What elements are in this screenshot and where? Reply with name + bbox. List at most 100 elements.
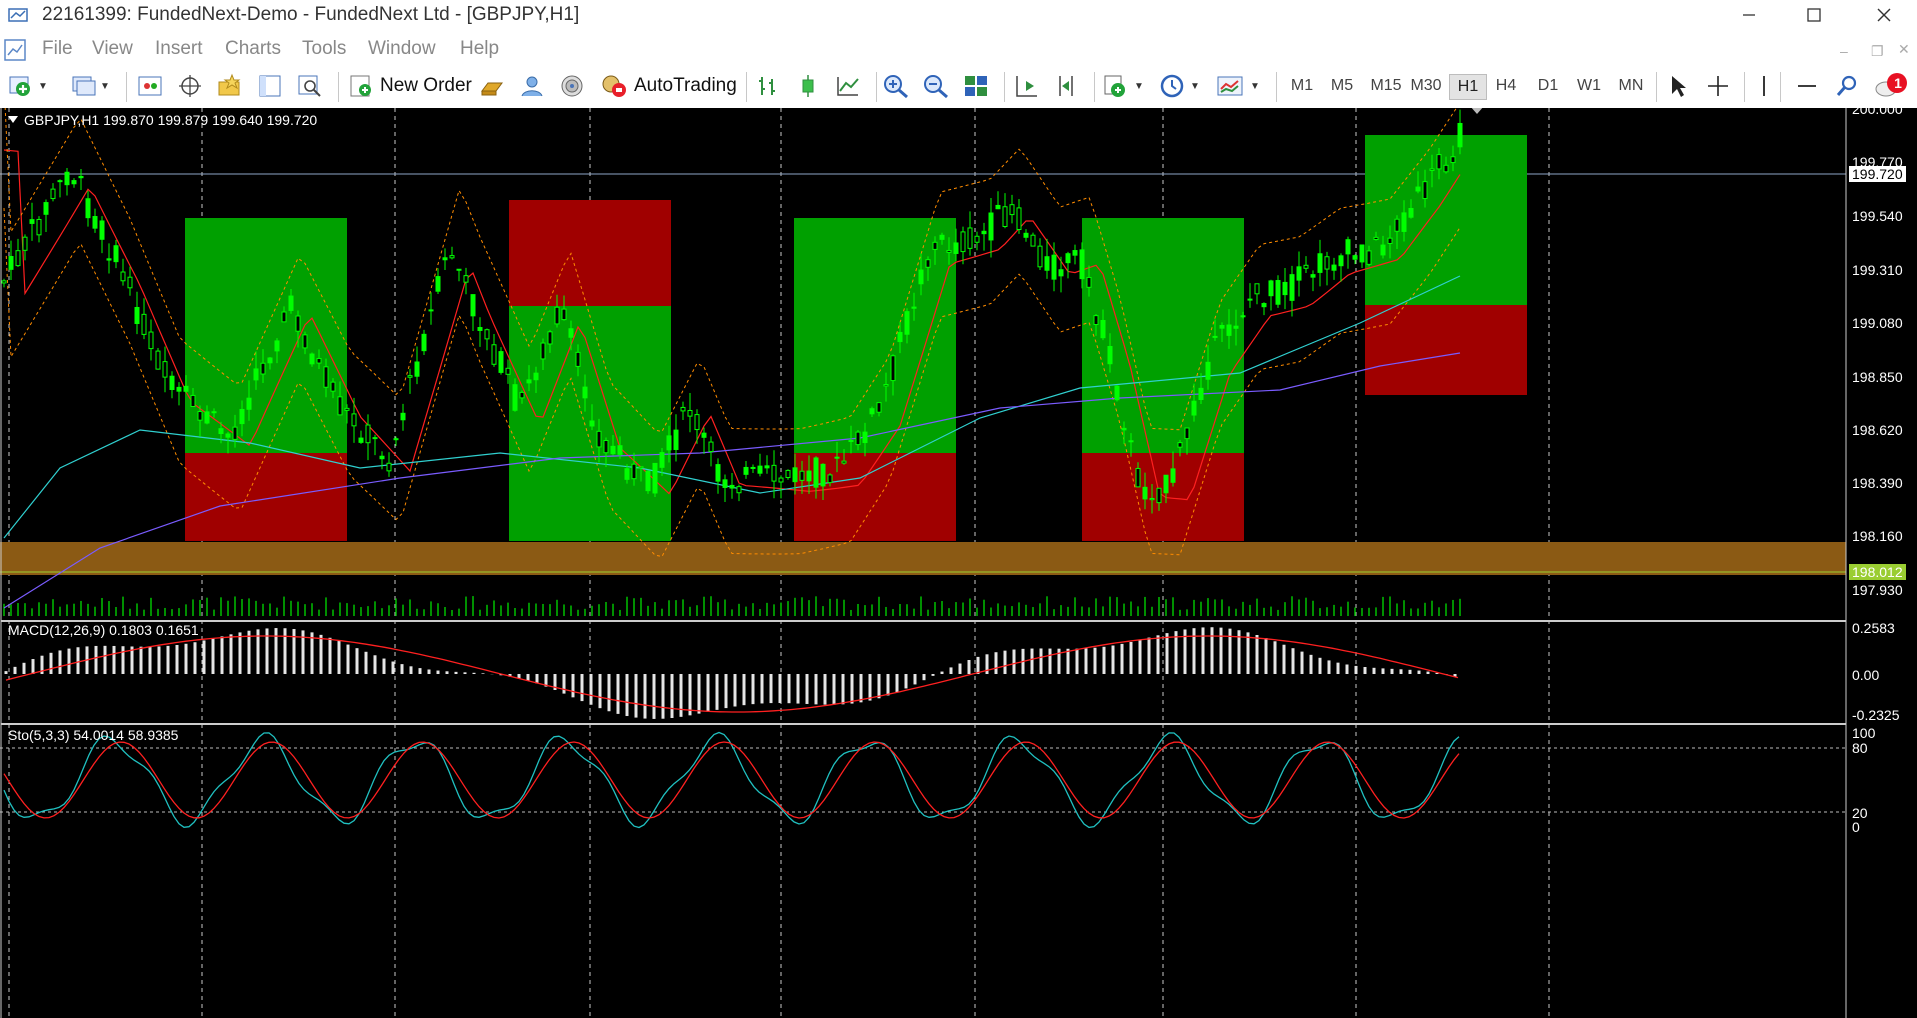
candle-body (1191, 400, 1197, 416)
market-button[interactable] (558, 72, 586, 100)
chart-window[interactable]: GBPJPY,H1 199.870 199.879 199.640 199.72… (0, 101, 1917, 1018)
menu-file[interactable]: File (42, 38, 73, 60)
candle-body (519, 391, 525, 399)
candle-body (666, 435, 672, 451)
candle-body (36, 218, 42, 236)
candle-body (225, 433, 231, 438)
candle-body (596, 430, 602, 448)
tile-windows-button[interactable] (962, 72, 990, 100)
candle-body (715, 464, 721, 482)
candle-body (722, 479, 728, 488)
timeframe-m1[interactable]: M1 (1284, 74, 1320, 98)
candle-body (1394, 218, 1400, 232)
candle-body (778, 477, 784, 483)
terminal-button[interactable] (256, 72, 284, 100)
new-chart-button[interactable]: ▼ (8, 72, 48, 100)
child-minimize-button[interactable]: – (1840, 43, 1848, 59)
candlestick-button[interactable] (794, 72, 822, 100)
timeframe-m30[interactable]: M30 (1406, 74, 1446, 98)
candle-body (1079, 249, 1085, 280)
crosshair-button[interactable] (1706, 72, 1730, 100)
minimize-button[interactable] (1721, 0, 1777, 30)
new-order-label: New Order (380, 75, 472, 96)
red-zone (1365, 305, 1527, 395)
candle-body (1415, 186, 1421, 192)
chart-shift-marker (1471, 108, 1483, 114)
bar-chart-button[interactable] (754, 72, 782, 100)
horizontal-line-button[interactable] (1796, 72, 1818, 100)
gold-bars-button[interactable] (478, 72, 506, 100)
indicators-button[interactable]: ▼ (1102, 72, 1144, 100)
candle-body (995, 204, 1001, 210)
navigator-button[interactable] (216, 72, 244, 100)
candle-body (1226, 324, 1232, 336)
menu-view[interactable]: View (92, 38, 133, 60)
market-watch-button[interactable] (136, 72, 164, 100)
signals-button[interactable] (518, 72, 546, 100)
zoom-in-button[interactable] (882, 72, 910, 100)
search-icon (1836, 75, 1857, 96)
search-button[interactable] (1834, 72, 1860, 100)
data-window-button[interactable] (176, 72, 204, 100)
candle-body (1408, 207, 1414, 218)
zoom-out-icon (924, 75, 948, 99)
menu-bar: File View Insert Charts Tools Window Hel… (0, 35, 1917, 65)
candle-body (526, 379, 532, 384)
autotrading-button[interactable]: AutoTrading (600, 72, 737, 100)
candle-body (386, 462, 392, 472)
menu-charts[interactable]: Charts (225, 38, 281, 60)
candlestick-icon (802, 75, 814, 97)
timeframe-m5[interactable]: M5 (1324, 74, 1360, 98)
candle-body (645, 470, 651, 492)
price-chart[interactable] (0, 108, 1917, 1018)
candle-body (1198, 387, 1204, 401)
minimize-icon (1743, 14, 1755, 16)
auto-scroll-button[interactable] (1012, 72, 1040, 100)
templates-button[interactable]: ▼ (1216, 72, 1260, 100)
timeframe-m15[interactable]: M15 (1366, 74, 1406, 98)
timeframe-h4[interactable]: H4 (1488, 74, 1524, 98)
notifications-button[interactable]: 1 (1874, 72, 1908, 100)
child-close-button[interactable]: ✕ (1898, 41, 1910, 58)
indicators-icon (1104, 75, 1125, 97)
menu-tools[interactable]: Tools (302, 38, 346, 60)
candle-body (1387, 237, 1393, 244)
maximize-button[interactable] (1786, 0, 1842, 30)
candle-body (568, 328, 574, 338)
vertical-line-button[interactable] (1756, 72, 1772, 100)
candle-body (1436, 154, 1442, 170)
chart-shift-button[interactable] (1052, 72, 1080, 100)
horizontal-line-icon (1798, 85, 1816, 87)
cursor-button[interactable] (1666, 72, 1690, 100)
candle-body (1401, 212, 1407, 232)
candle-body (1373, 236, 1379, 240)
new-order-button[interactable]: New Order (348, 72, 472, 100)
child-restore-button[interactable]: ❐ (1871, 43, 1884, 60)
green-zone (1082, 218, 1244, 453)
candle-body (1282, 281, 1288, 296)
candle-body (1142, 486, 1148, 500)
timeframe-d1[interactable]: D1 (1530, 74, 1566, 98)
menu-insert[interactable]: Insert (155, 38, 203, 60)
candle-body (274, 340, 280, 352)
candle-body (589, 420, 595, 427)
candle-body (673, 429, 679, 450)
candle-body (365, 424, 371, 444)
candle-body (785, 469, 791, 478)
toolbar-separator (1744, 72, 1745, 102)
strategy-tester-button[interactable] (296, 72, 324, 100)
timeframe-w1[interactable]: W1 (1571, 74, 1607, 98)
candle-body (1247, 298, 1253, 301)
zoom-out-button[interactable] (922, 72, 950, 100)
timeframe-mn[interactable]: MN (1612, 74, 1650, 98)
menu-window[interactable]: Window (368, 38, 436, 60)
line-chart-button[interactable] (834, 72, 862, 100)
templates-icon (1217, 76, 1243, 96)
timeframe-h1[interactable]: H1 (1449, 74, 1487, 100)
profiles-button[interactable]: ▼ (70, 72, 110, 100)
periods-button[interactable]: ▼ (1158, 72, 1200, 100)
close-button[interactable] (1856, 0, 1912, 30)
menu-help[interactable]: Help (460, 38, 499, 60)
candle-body (981, 230, 987, 235)
magnifier-chart-icon (298, 75, 321, 97)
